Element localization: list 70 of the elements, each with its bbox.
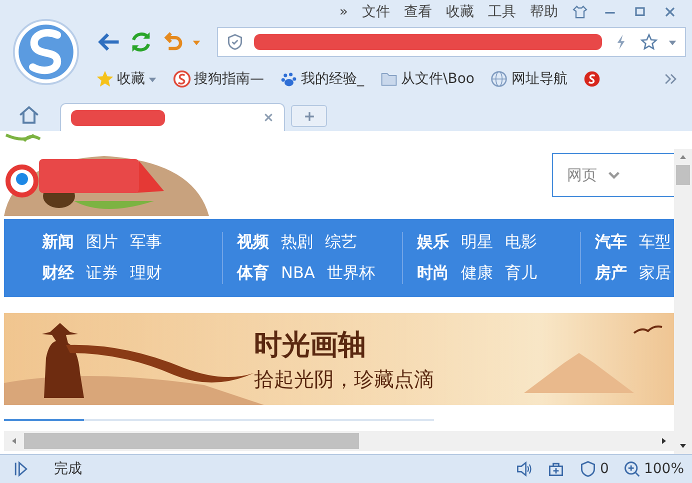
folder-icon [380, 70, 398, 88]
nav-category-link[interactable]: 体育 [237, 263, 269, 284]
scroll-up-icon[interactable] [679, 153, 687, 161]
caret-icon [148, 74, 157, 84]
zoom-in-icon [622, 460, 641, 478]
home-icon[interactable] [18, 104, 40, 126]
toolbox-icon[interactable] [547, 460, 566, 478]
nav-link[interactable]: 车型 [639, 232, 671, 253]
scroll-left-icon[interactable] [10, 437, 18, 445]
nav-link[interactable]: 综艺 [325, 232, 357, 253]
scroll-right-icon[interactable] [660, 437, 668, 445]
nav-category-link[interactable]: 视频 [237, 232, 269, 253]
nav-category-link[interactable]: 娱乐 [417, 232, 449, 253]
menu-item[interactable]: 查看 [404, 3, 432, 21]
nav-link[interactable]: 军事 [130, 232, 162, 253]
caret-icon[interactable] [192, 38, 201, 46]
banner-subtitle: 拾起光阴，珍藏点滴 [254, 366, 434, 392]
menu-item[interactable]: 文件 [362, 3, 390, 21]
nav-link[interactable]: 育儿 [505, 263, 537, 284]
shield-icon [579, 460, 598, 478]
sogou-logo-icon[interactable] [583, 70, 602, 88]
bookmark-item[interactable]: 搜狗指南— [173, 70, 264, 88]
menu-item[interactable]: » [339, 4, 348, 20]
bookmark-item[interactable]: 收藏 [96, 70, 157, 88]
menu-item[interactable]: 帮助 [530, 3, 558, 21]
nav-link[interactable]: 世界杯 [326, 263, 375, 284]
nav-category-link[interactable]: 新闻 [42, 232, 74, 253]
status-text: 完成 [54, 460, 82, 478]
nav-category-link[interactable]: 时尚 [417, 263, 449, 284]
menu-item[interactable]: 工具 [488, 3, 516, 21]
browser-tab[interactable] [60, 103, 285, 131]
nav-category-link[interactable]: 汽车 [595, 232, 627, 253]
paw-icon [280, 70, 298, 88]
nav-link[interactable]: 证券 [86, 263, 118, 284]
nav-link[interactable]: 家居 [639, 263, 671, 284]
caret-icon[interactable] [668, 38, 677, 46]
banner-title: 时光画轴 [254, 326, 367, 362]
close-icon[interactable] [263, 112, 274, 123]
nav-link[interactable]: NBA [281, 263, 315, 284]
nav-link[interactable]: 明星 [461, 232, 493, 253]
bookmark-item[interactable]: 从文件\Boo [380, 70, 474, 88]
address-bar[interactable] [217, 27, 686, 57]
star-icon[interactable] [640, 33, 658, 51]
bookmark-item[interactable]: 网址导航 [490, 70, 568, 88]
menu-item[interactable]: 收藏 [446, 3, 474, 21]
browser-logo-icon[interactable] [12, 18, 80, 86]
ad-block-counter[interactable]: 0 [579, 460, 609, 478]
nav-category-link[interactable]: 财经 [42, 263, 74, 284]
star-icon [96, 70, 114, 88]
vertical-scrollbar[interactable] [674, 149, 692, 454]
nav-link[interactable]: 热剧 [281, 232, 313, 253]
shield-icon [226, 33, 244, 51]
nav-link[interactable]: 健康 [461, 263, 493, 284]
zoom-level[interactable]: 100% [622, 460, 684, 478]
new-tab-button[interactable] [291, 105, 327, 127]
nav-link[interactable]: 理财 [130, 263, 162, 284]
nav-category-link[interactable]: 房产 [595, 263, 627, 284]
speaker-icon[interactable] [515, 460, 534, 478]
scroll-thumb[interactable] [24, 433, 359, 449]
globe-icon [490, 70, 508, 88]
nav-link[interactable]: 电影 [505, 232, 537, 253]
letter-s-icon [173, 70, 191, 88]
bookmark-item[interactable]: 我的经验_ [280, 70, 364, 88]
shirt-icon[interactable] [572, 4, 588, 20]
scroll-thumb[interactable] [676, 165, 690, 185]
sidebar-toggle-icon[interactable] [12, 460, 30, 478]
nav-link[interactable]: 图片 [86, 232, 118, 253]
plus-icon [304, 110, 314, 122]
scroll-down-icon[interactable] [679, 442, 687, 450]
horizontal-scrollbar[interactable] [4, 431, 674, 451]
